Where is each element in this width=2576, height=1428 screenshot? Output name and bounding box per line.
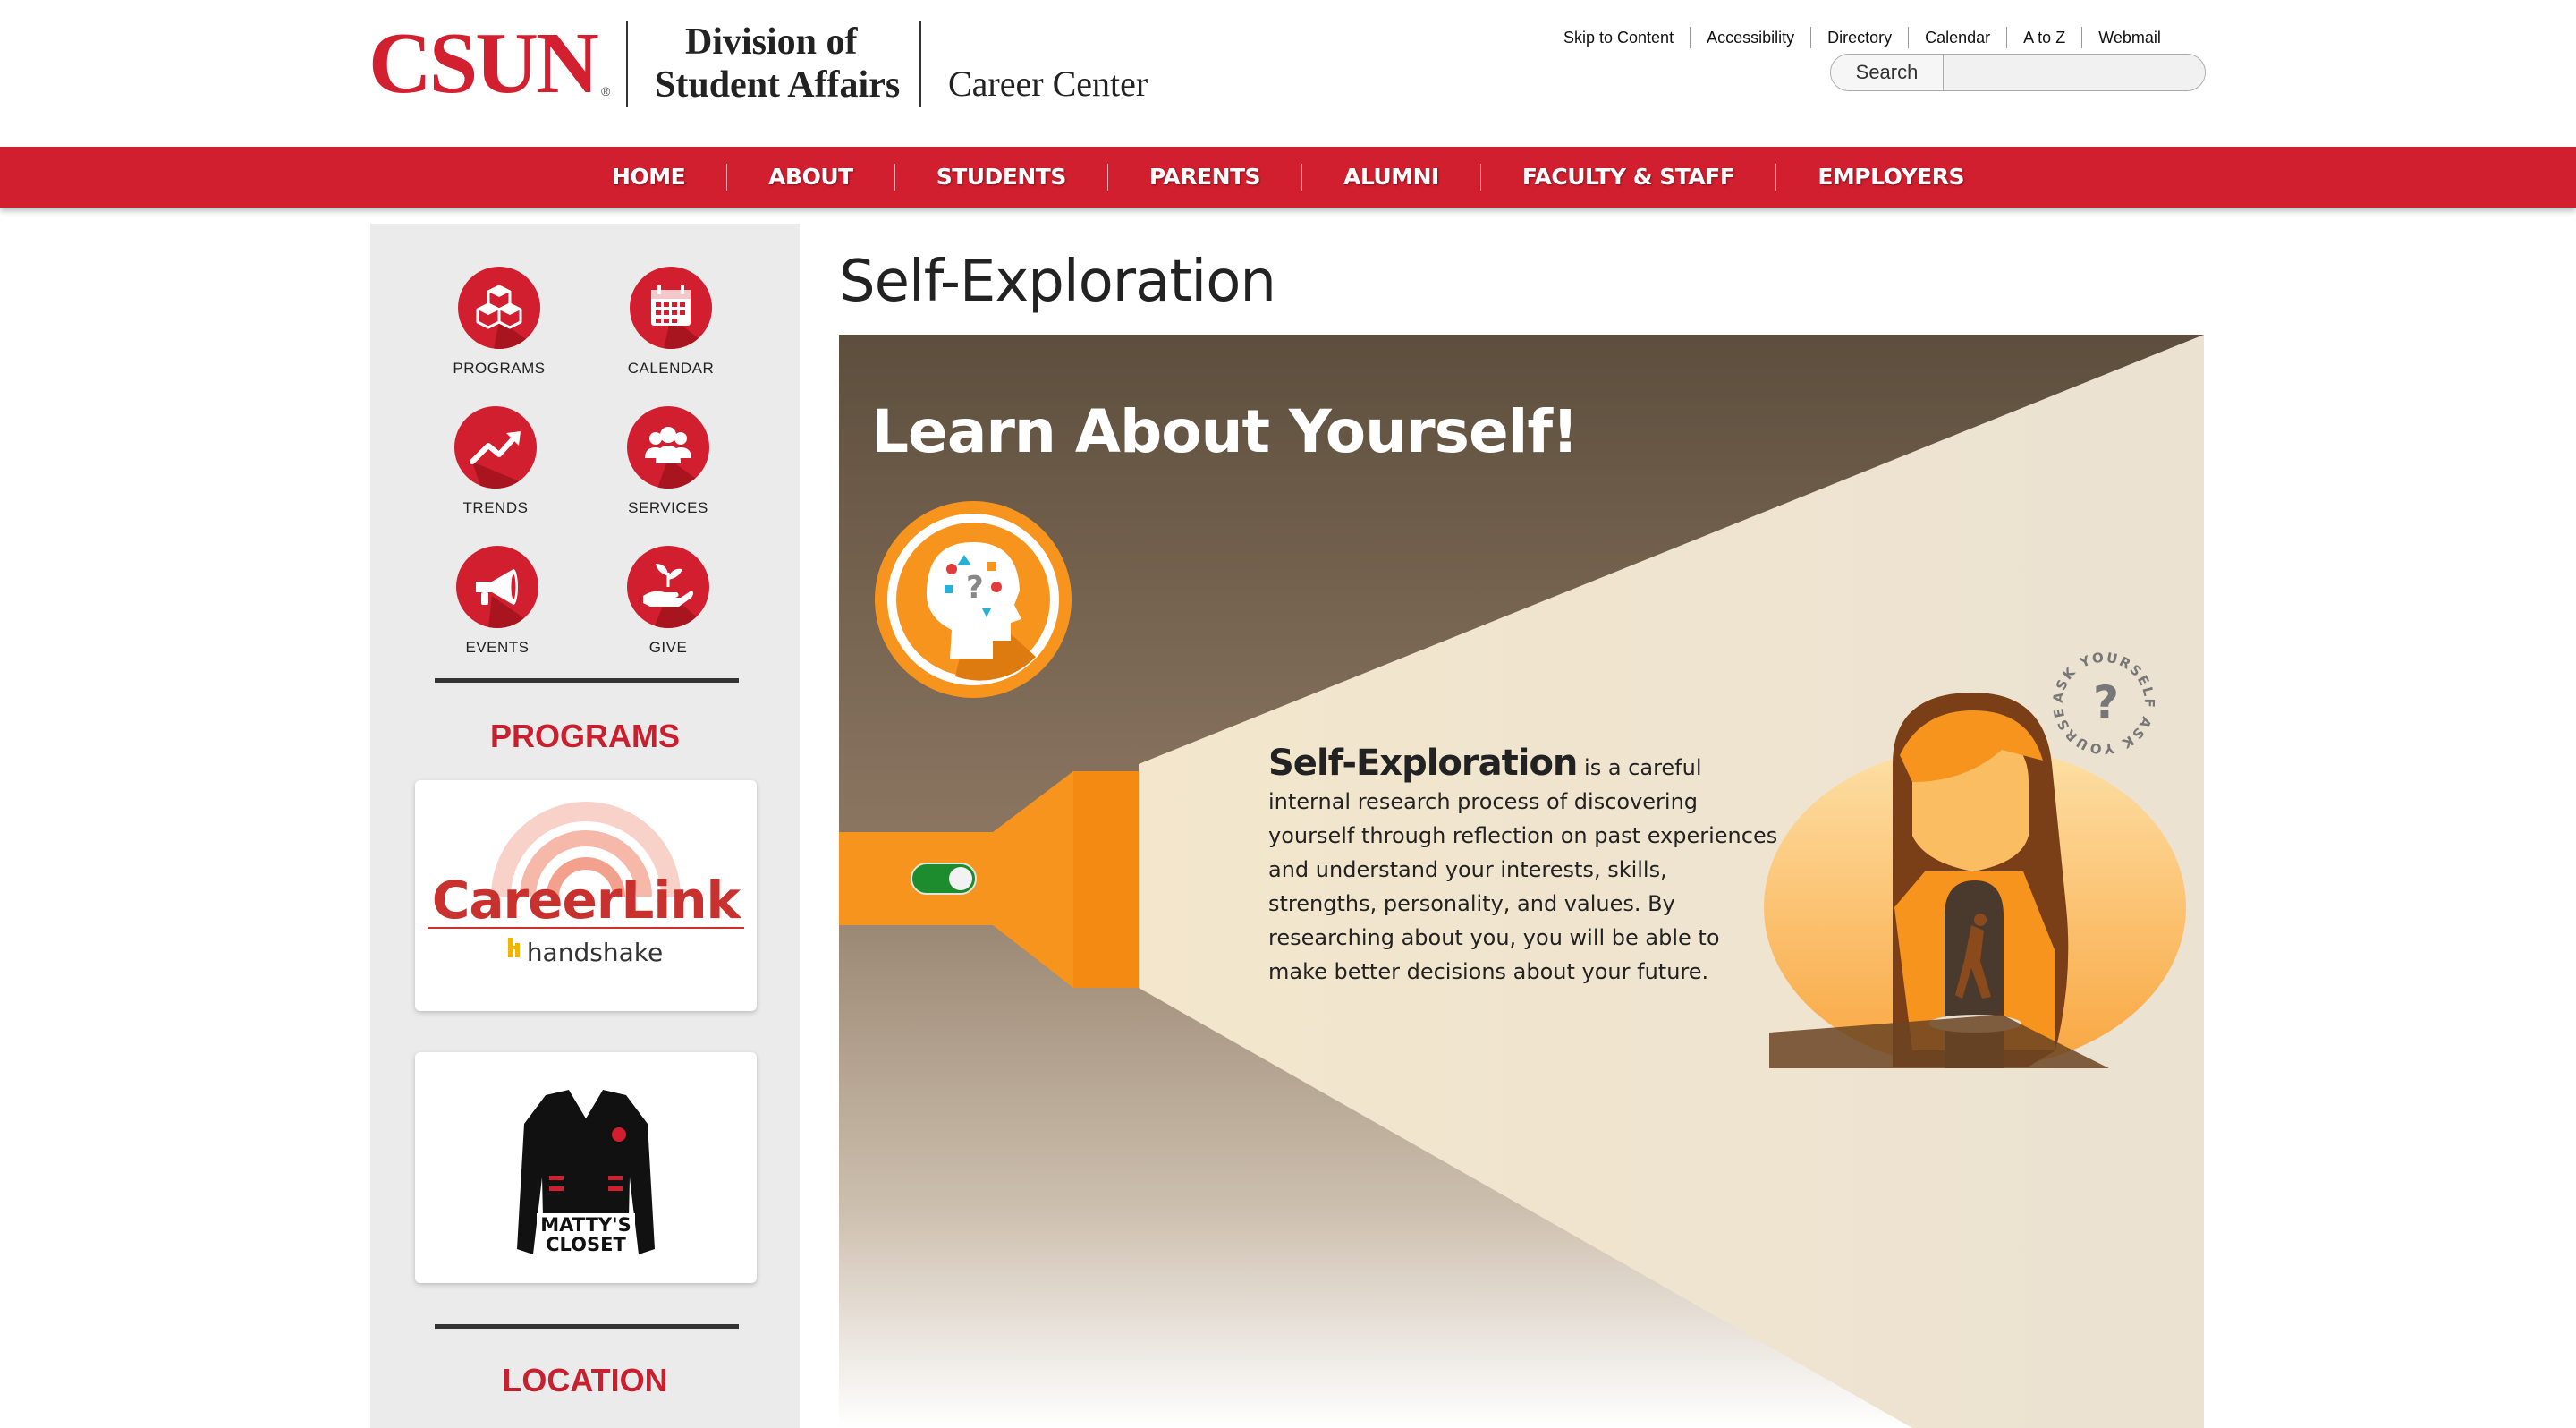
a-to-z-link[interactable]: A to Z [2006,27,2081,48]
careerlink-card[interactable]: CareerLink handshake [415,780,757,1011]
hero-description: Self-Exploration is a careful internal r… [1268,743,1778,989]
sidebar: PROGRAMS CALENDAR TRENDS SERVICES EVENTS… [370,224,800,1428]
calendar-icon [630,267,712,349]
question-mark-icon: ? [2093,676,2119,728]
nav-faculty-staff[interactable]: FACULTY & STAFF [1479,164,1775,191]
accessibility-link[interactable]: Accessibility [1690,27,1810,48]
sidebar-item-events[interactable]: EVENTS [417,546,578,657]
nav-students[interactable]: STUDENTS [894,164,1107,191]
webmail-link[interactable]: Webmail [2081,27,2177,48]
sidebar-label: SERVICES [628,499,708,516]
hero-description-text: is a careful internal research process o… [1268,755,1778,984]
cubes-icon [458,267,540,349]
sidebar-label: TRENDS [462,499,529,516]
header-divider [626,21,628,107]
search-box: Search [1830,54,2206,91]
nav-parents[interactable]: PARENTS [1106,164,1301,191]
hero-heading: Learn About Yourself! [871,397,1579,466]
location-heading: LOCATION [502,1362,668,1398]
careerlink-logo-text: CareerLink [431,870,741,931]
sidebar-item-trends[interactable]: TRENDS [415,406,576,517]
sidebar-item-give[interactable]: GIVE [588,546,749,657]
sidebar-item-calendar[interactable]: CALENDAR [590,267,751,378]
handshake-logo-text: handshake [526,938,664,967]
hero-term: Self-Exploration [1268,743,1578,784]
mattys-closet-card[interactable]: MATTY'S CLOSET [415,1052,757,1283]
nav-home[interactable]: HOME [571,164,726,191]
megaphone-icon [456,546,538,628]
sidebar-label: CALENDAR [627,360,715,377]
skip-to-content-link[interactable]: Skip to Content [1547,27,1690,48]
nav-about[interactable]: ABOUT [726,164,894,191]
flashlight-toggle [911,863,977,895]
department-title[interactable]: Career Center [948,66,1148,102]
utility-links: Skip to Content Accessibility Directory … [1547,27,2177,48]
division-title-line1[interactable]: Division of [685,23,858,61]
sidebar-divider [435,678,739,683]
search-button[interactable]: Search [1831,55,1944,90]
site-header: CSUN ® Division of Student Affairs Caree… [0,0,2576,147]
mattys-closet-line1: MATTY'S [540,1214,631,1236]
calendar-link[interactable]: Calendar [1908,27,2006,48]
programs-heading: PROGRAMS [489,718,680,754]
sidebar-divider [435,1324,739,1329]
sidebar-item-services[interactable]: SERVICES [588,406,749,517]
trend-arrow-icon [454,406,537,489]
header-divider [919,21,921,107]
sidebar-label: EVENTS [465,639,530,656]
hand-plant-icon [627,546,709,628]
nav-alumni[interactable]: ALUMNI [1301,164,1480,191]
nav-employers[interactable]: EMPLOYERS [1775,164,2005,191]
directory-link[interactable]: Directory [1810,27,1908,48]
mattys-closet-label: MATTY'S CLOSET [537,1213,635,1256]
people-group-icon [627,406,709,489]
sidebar-label: PROGRAMS [453,360,546,377]
registered-mark: ® [601,84,611,98]
mattys-closet-line2: CLOSET [546,1234,626,1255]
sidebar-item-programs[interactable]: PROGRAMS [419,267,580,378]
division-title-line2[interactable]: Student Affairs [655,66,900,104]
main-nav: HOME ABOUT STUDENTS PARENTS ALUMNI FACUL… [0,147,2576,208]
search-input[interactable] [1944,55,2205,90]
svg-text:?: ? [966,570,984,606]
sidebar-label: GIVE [648,639,688,656]
page-title: Self-Exploration [839,249,1276,315]
csun-logo[interactable]: CSUN [369,20,599,107]
self-exploration-hero: ? ASK YOURSELF ASK YOURSELF ? Learn Abou… [839,335,2204,1428]
